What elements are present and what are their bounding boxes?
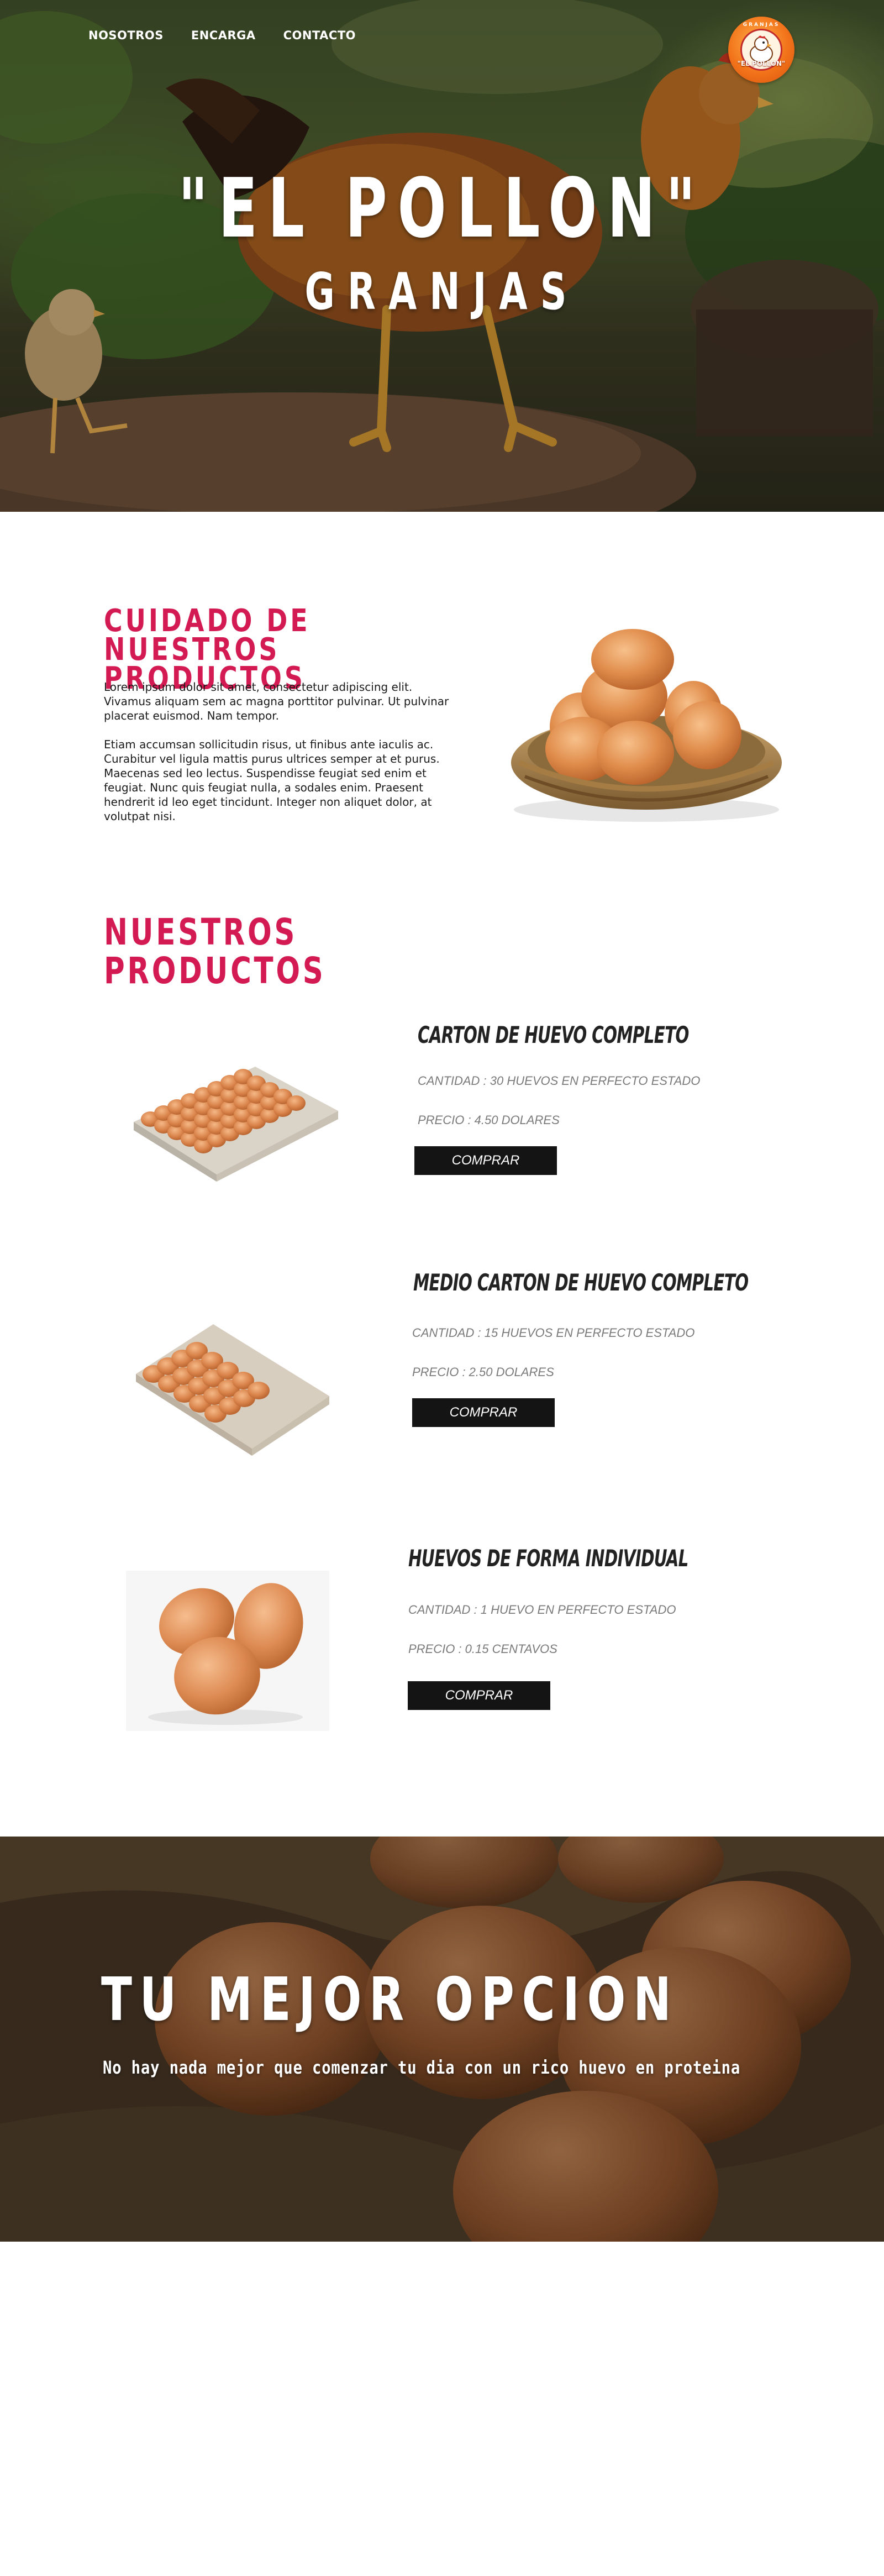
egg-carton-half-image [136,1324,329,1456]
products-heading: NUESTROS PRODUCTOS [104,911,326,992]
buy-button-2[interactable]: COMPRAR [412,1398,555,1427]
brand-logo[interactable]: GRANJAS "EL POLLON" [728,17,794,83]
cta-banner: TU MEJOR OPCION No hay nada mejor que co… [0,1837,884,2242]
cta-text: No hay nada mejor que comenzar tu dia co… [103,2057,741,2078]
egg-carton-full-image [134,1067,338,1182]
product-price-3: PRECIO : 0.15 CENTAVOS [408,1642,557,1656]
single-eggs-image [126,1571,329,1731]
logo-top-text: GRANJAS [743,22,780,28]
product-title-2: MEDIO CARTON DE HUEVO COMPLETO [413,1269,749,1296]
product-price-2: PRECIO : 2.50 DOLARES [412,1365,554,1379]
hero-title: "EL POLLON" [178,161,706,256]
product-quantity-3: CANTIDAD : 1 HUEVO EN PERFECTO ESTADO [408,1603,676,1617]
hero-banner: NOSOTROS ENCARGA CONTACTO GRANJAS "EL PO… [0,0,884,512]
about-paragraph-1: Lorem ipsum dolor sit amet, consectetur … [104,680,449,722]
cta-title: TU MEJOR OPCION [101,1965,679,2034]
product-quantity-2: CANTIDAD : 15 HUEVOS EN PERFECTO ESTADO [412,1326,695,1340]
carton-egg [248,1382,270,1399]
eggs-on-burlap-photo [0,1837,884,2242]
logo-brand-text: "EL POLLON" [737,60,786,67]
buy-button-3[interactable]: COMPRAR [408,1681,550,1710]
product-title-1: CARTON DE HUEVO COMPLETO [418,1021,689,1048]
nav-link-encarga[interactable]: ENCARGA [191,29,256,42]
egg-basket-image [511,629,782,822]
nav-link-contacto[interactable]: CONTACTO [283,29,356,42]
about-paragraph-2: Etiam accumsan sollicitudin risus, ut fi… [104,738,440,823]
buy-button-1[interactable]: COMPRAR [414,1146,557,1175]
main-nav: NOSOTROS ENCARGA CONTACTO [88,29,356,42]
product-quantity-1: CANTIDAD : 30 HUEVOS EN PERFECTO ESTADO [418,1074,701,1088]
carton-egg [287,1095,306,1111]
nav-link-nosotros[interactable]: NOSOTROS [88,29,164,42]
product-price-1: PRECIO : 4.50 DOLARES [418,1113,560,1127]
product-title-3: HUEVOS DE FORMA INDIVIDUAL [408,1545,688,1572]
hero-subtitle: GRANJAS [304,262,580,321]
